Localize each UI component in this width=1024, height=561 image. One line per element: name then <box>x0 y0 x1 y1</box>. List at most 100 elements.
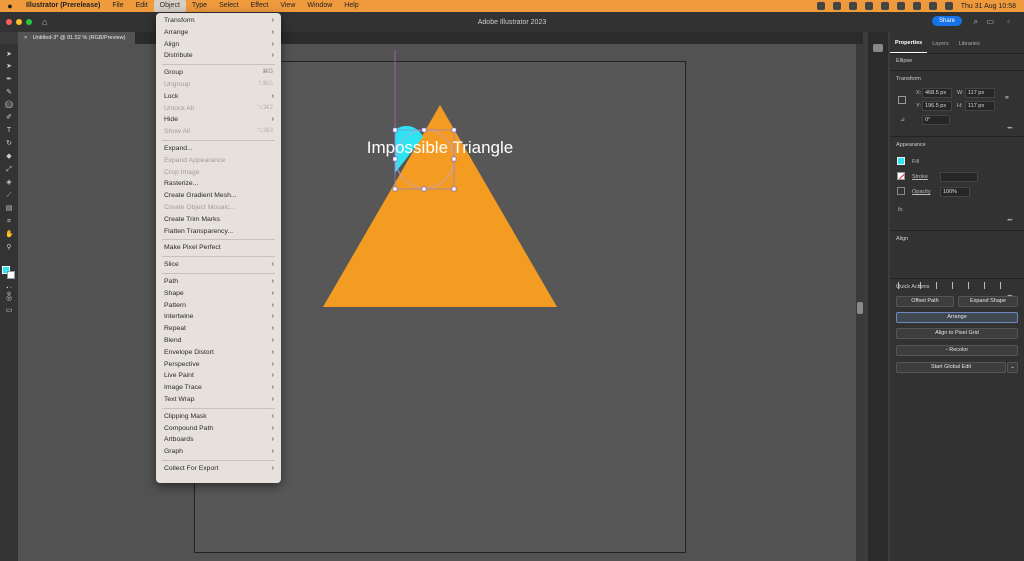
canvas-area[interactable]: Impossible Triangle <box>18 44 856 561</box>
comments-icon[interactable] <box>873 44 883 52</box>
menu-item-collect-for-export[interactable]: Collect For Export › <box>156 463 281 475</box>
rotation-field[interactable]: 0° <box>922 115 950 125</box>
menu-item-repeat[interactable]: Repeat › <box>156 323 281 335</box>
menu-file[interactable]: File <box>106 0 129 12</box>
constrain-proportions-icon[interactable]: ⚭ <box>1004 94 1010 102</box>
align-center-icon[interactable] <box>936 282 943 289</box>
menu-item-distribute[interactable]: Distribute › <box>156 50 281 62</box>
align-middle-icon[interactable] <box>984 282 991 289</box>
menu-object[interactable]: Object <box>153 0 186 12</box>
menu-item-arrange[interactable]: Arrange › <box>156 27 281 39</box>
stroke-weight-field[interactable] <box>940 172 978 182</box>
menu-item-transform[interactable]: Transform › <box>156 15 281 27</box>
menu-effect[interactable]: Effect <box>245 0 275 12</box>
y-field[interactable]: 196.5 px <box>922 101 952 111</box>
global-edit-dropdown[interactable]: ⌄ <box>1007 362 1018 373</box>
menu-item-flatten-transparency[interactable]: Flatten Transparency... <box>156 226 281 238</box>
control-center-icon[interactable] <box>928 2 937 10</box>
menu-item-pattern[interactable]: Pattern › <box>156 300 281 312</box>
menu-item-make-pixel-perfect[interactable]: Make Pixel Perfect <box>156 242 281 254</box>
menu-item-create-trim-marks[interactable]: Create Trim Marks <box>156 214 281 226</box>
menu-item-expand[interactable]: Expand... <box>156 143 281 155</box>
hand-tool-icon[interactable]: ✋ <box>5 231 14 238</box>
arrange-documents-icon[interactable]: ▭ <box>986 17 994 26</box>
gradient-tool-icon[interactable]: ▤ <box>5 205 13 212</box>
menu-item-rasterize[interactable]: Rasterize... <box>156 178 281 190</box>
scrollbar-thumb[interactable] <box>857 302 863 314</box>
vertical-scrollbar[interactable] <box>856 44 864 561</box>
stroke-swatch[interactable] <box>7 271 15 279</box>
menu-item-compound-path[interactable]: Compound Path › <box>156 423 281 435</box>
menu-item-lock[interactable]: Lock › <box>156 91 281 103</box>
home-icon[interactable]: ⌂ <box>42 17 47 27</box>
document-tab[interactable]: × Untitled-3* @ 81.52 % (RGB/Preview) <box>18 32 136 44</box>
menu-item-align[interactable]: Align › <box>156 39 281 51</box>
menu-item-path[interactable]: Path › <box>156 276 281 288</box>
offset-path-button[interactable]: Offset Path <box>896 296 954 307</box>
screen-mode-icon[interactable]: ▭ <box>5 307 13 314</box>
artboard-tool-icon[interactable]: ⌗ <box>5 218 13 225</box>
siri-icon[interactable] <box>944 2 953 10</box>
menu-item-text-wrap[interactable]: Text Wrap › <box>156 394 281 406</box>
tray-app-icon[interactable] <box>832 2 841 10</box>
apple-menu-icon[interactable]: ● <box>0 1 20 11</box>
close-window-icon[interactable] <box>6 19 12 25</box>
tab-properties[interactable]: Properties <box>890 40 928 53</box>
discover-icon[interactable]: ◦ <box>1007 17 1010 26</box>
menu-item-graph[interactable]: Graph › <box>156 446 281 458</box>
recolor-button[interactable]: • Recolor <box>896 345 1018 356</box>
tab-layers[interactable]: Layers <box>927 41 954 53</box>
close-tab-icon[interactable]: × <box>24 35 27 41</box>
draw-mode-icon[interactable]: ◎ <box>5 295 13 302</box>
canvas-title-text[interactable]: Impossible Triangle <box>367 138 513 157</box>
menu-item-hide[interactable]: Hide › <box>156 114 281 126</box>
paintbrush-tool-icon[interactable]: ✐ <box>5 114 13 121</box>
start-global-edit-button[interactable]: Start Global Edit <box>896 362 1006 373</box>
color-mode-icon[interactable]: ▪ ▫ ⊘ <box>5 285 13 297</box>
arrange-button[interactable]: Arrange <box>896 312 1018 323</box>
align-top-icon[interactable] <box>968 282 975 289</box>
menubar-clock[interactable]: Thu 31 Aug 10:58 <box>961 3 1016 10</box>
eraser-tool-icon[interactable]: ◆ <box>5 153 13 160</box>
more-options-icon[interactable]: ••• <box>1007 218 1012 224</box>
direct-selection-tool-icon[interactable]: ➤ <box>5 63 13 70</box>
scale-tool-icon[interactable]: ⤢ <box>5 166 13 173</box>
type-tool-icon[interactable]: T <box>5 127 13 134</box>
menu-edit[interactable]: Edit <box>130 0 154 12</box>
share-button[interactable]: Share <box>931 16 962 26</box>
menu-item-slice[interactable]: Slice › <box>156 259 281 271</box>
menu-item-shape[interactable]: Shape › <box>156 288 281 300</box>
triangle-shape[interactable] <box>323 105 557 307</box>
menu-item-intertwine[interactable]: Intertwine › <box>156 311 281 323</box>
tray-app-icon[interactable] <box>848 2 857 10</box>
align-right-icon[interactable] <box>952 282 959 289</box>
wifi-icon[interactable] <box>896 2 905 10</box>
menu-select[interactable]: Select <box>213 0 244 12</box>
menu-window[interactable]: Window <box>301 0 338 12</box>
align-bottom-icon[interactable] <box>1000 282 1007 289</box>
tab-libraries[interactable]: Libraries <box>954 41 985 53</box>
x-field[interactable]: 468.5 px <box>922 88 952 98</box>
bluetooth-icon[interactable] <box>864 2 873 10</box>
menu-item-create-gradient-mesh[interactable]: Create Gradient Mesh... <box>156 190 281 202</box>
menu-item-group[interactable]: Group ⌘G <box>156 67 281 79</box>
align-to-pixel-grid-button[interactable]: Align to Pixel Grid <box>896 328 1018 339</box>
battery-icon[interactable] <box>880 2 889 10</box>
menu-item-blend[interactable]: Blend › <box>156 335 281 347</box>
curvature-tool-icon[interactable]: ✎ <box>5 89 13 96</box>
menu-item-live-paint[interactable]: Live Paint › <box>156 370 281 382</box>
zoom-window-icon[interactable] <box>26 19 32 25</box>
h-field[interactable]: 117 px <box>965 101 995 111</box>
menu-item-envelope-distort[interactable]: Envelope Distort › <box>156 347 281 359</box>
more-options-icon[interactable]: ••• <box>1007 126 1012 132</box>
opacity-field[interactable]: 100% <box>940 187 970 197</box>
opacity-label[interactable]: Opacity <box>912 189 931 195</box>
menu-item-image-trace[interactable]: Image Trace › <box>156 382 281 394</box>
shape-builder-tool-icon[interactable]: ◈ <box>5 179 13 186</box>
search-icon[interactable]: ⌕ <box>974 17 978 27</box>
menu-type[interactable]: Type <box>186 0 213 12</box>
menu-item-clipping-mask[interactable]: Clipping Mask › <box>156 411 281 423</box>
rotate-tool-icon[interactable]: ↻ <box>5 140 13 147</box>
minimize-window-icon[interactable] <box>16 19 22 25</box>
selection-tool-icon[interactable]: ➤ <box>5 51 13 58</box>
